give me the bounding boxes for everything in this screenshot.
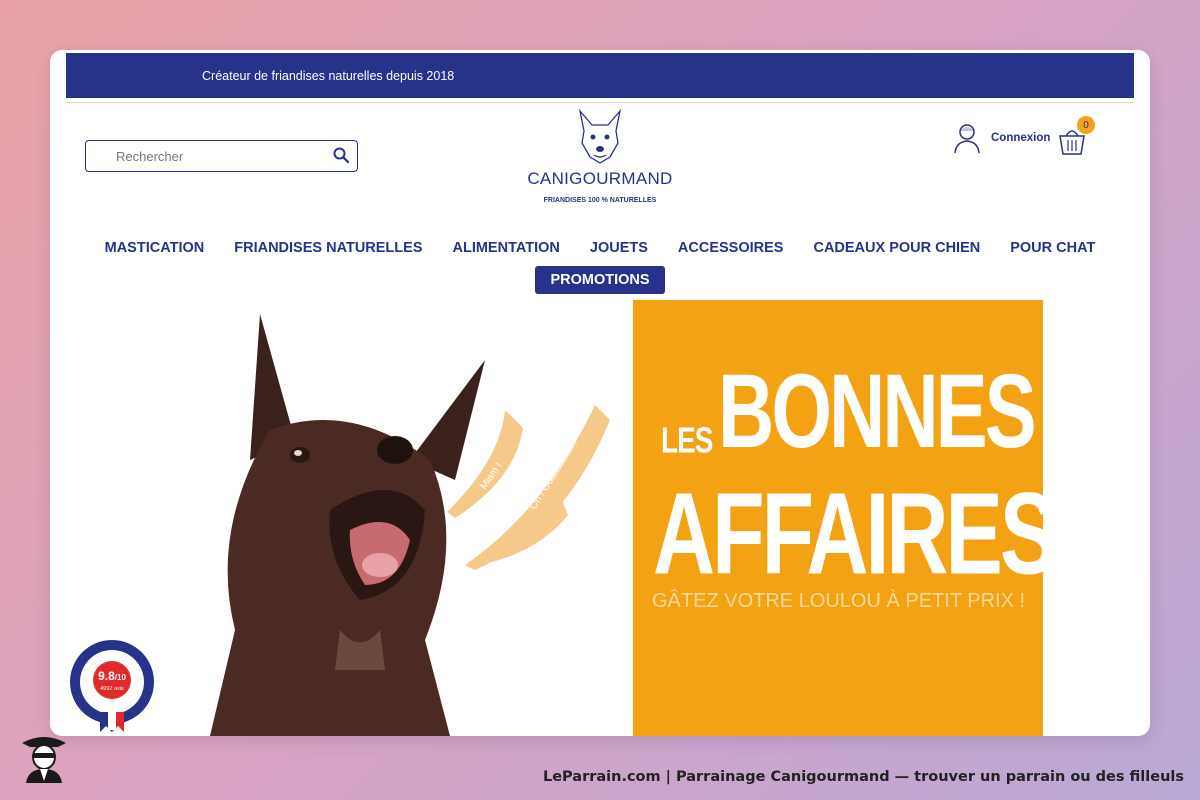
footer-caption: LeParrain.com | Parrainage Canigourmand … [542,769,1184,785]
review-scale: /10 [115,673,127,682]
brand-name: CANIGOURMAND [527,169,673,188]
user-icon [954,124,980,154]
speech-bubbles: Miam ! Oh ! Ouaaaaaaah Youpi ! [447,405,610,570]
dog-logo-icon [578,108,622,164]
brand-tagline: FRIANDISES 100 % NATURELLES [543,197,657,204]
promo-title-les: LES [661,420,713,461]
leparrain-logo-icon [22,737,66,783]
promo-panel: BONNES LES AFFAIRES GÂTEZ VOTRE LOULOU À… [633,300,1057,736]
hero-banner[interactable]: Miam ! Oh ! Ouaaaaaaah Youpi ! BONNES LE… [50,300,1150,736]
site-logo[interactable]: CANIGOURMAND FRIANDISES 100 % NATURELLES [520,105,680,210]
login-label: Connexion [991,132,1051,144]
browser-page: Créateur de friandises naturelles depuis… [50,50,1150,736]
cart-count-badge: 0 [1077,116,1095,134]
announcement-bar: Créateur de friandises naturelles depuis… [66,53,1134,98]
promo-title-affaires: AFFAIRES [653,469,1057,599]
search-input[interactable] [116,148,346,164]
main-nav: MASTICATION FRIANDISES NATURELLES ALIMEN… [50,236,1150,294]
reviews-badge[interactable]: 9.8/10 4992 avis [66,638,158,733]
login-link[interactable]: Connexion [953,122,1050,154]
nav-item-accessoires[interactable]: ACCESSOIRES [663,236,799,260]
promo-subtitle: GÂTEZ VOTRE LOULOU À PETIT PRIX ! [652,590,1026,612]
search-box [85,140,358,172]
review-count: 4992 avis [100,686,124,692]
promo-title-bonnes: BONNES [718,351,1037,471]
cart-button[interactable]: 0 [1057,116,1097,156]
announcement-text: Créateur de friandises naturelles depuis… [202,68,455,83]
nav-item-cadeaux[interactable]: CADEAUX POUR CHIEN [798,236,995,260]
nav-item-mastication[interactable]: MASTICATION [90,236,220,260]
nav-item-promotions[interactable]: PROMOTIONS [535,266,665,294]
divider [66,102,1134,103]
nav-item-chat[interactable]: POUR CHAT [995,236,1110,260]
review-score: 9.8 [98,669,115,683]
nav-item-friandises[interactable]: FRIANDISES NATURELLES [219,236,437,260]
nav-item-alimentation[interactable]: ALIMENTATION [438,236,575,260]
nav-item-jouets[interactable]: JOUETS [575,236,663,260]
search-icon[interactable] [333,147,349,163]
